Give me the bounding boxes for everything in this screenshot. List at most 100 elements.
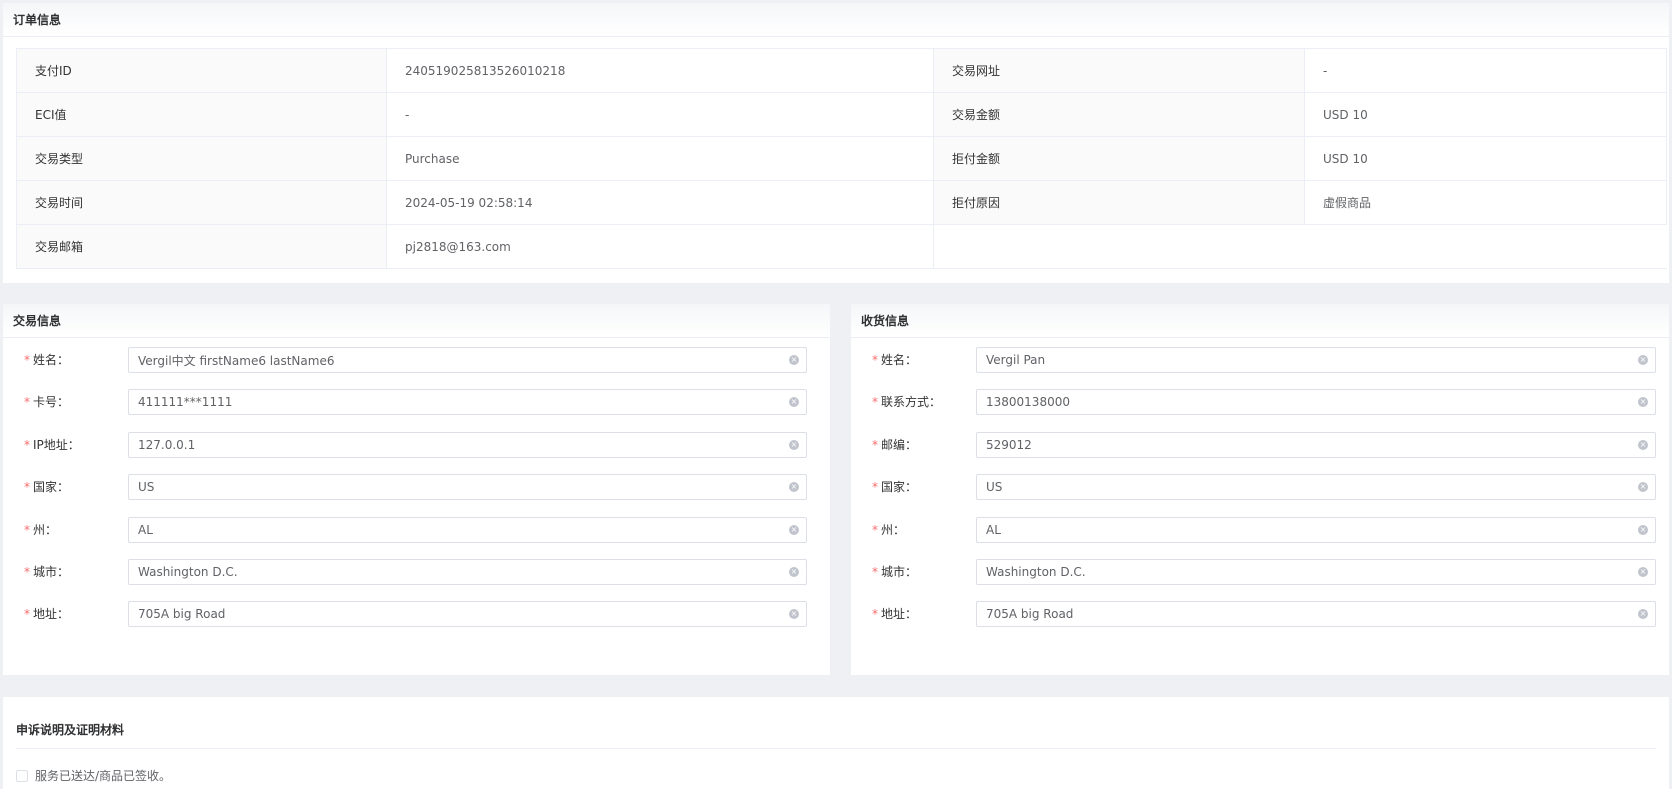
field-input[interactable] — [976, 474, 1656, 501]
field-input[interactable] — [128, 601, 807, 628]
field-label: * 邮编： — [872, 432, 917, 458]
delivered-checkbox-row[interactable]: 服务已送达/商品已签收。 — [16, 767, 171, 784]
form-row: *国家：× — [3, 474, 830, 501]
field-label: * 姓名： — [872, 347, 917, 373]
form-row: *邮编： × — [851, 431, 1669, 458]
appeal-panel: 申诉说明及证明材料 服务已送达/商品已签收。 — [3, 697, 1669, 789]
required-mark: * — [24, 480, 30, 495]
form-row: *姓名： × — [851, 347, 1669, 373]
required-mark: * — [872, 480, 878, 495]
circle-close-icon[interactable]: × — [789, 567, 799, 577]
form-row: *城市： × — [3, 559, 830, 585]
field-label-colon: ： — [929, 395, 942, 410]
field-label-colon: ： — [905, 565, 918, 579]
circle-close-icon[interactable]: × — [1638, 355, 1648, 365]
field-label-text: IP地址 — [33, 437, 68, 452]
field-input[interactable] — [128, 431, 807, 458]
field-label-colon: ： — [57, 607, 70, 622]
field-label-text: 邮编 — [881, 437, 906, 452]
field-input[interactable] — [976, 559, 1656, 585]
field-label-colon: ： — [57, 565, 70, 579]
required-mark: * — [872, 607, 878, 622]
field-label-text: 州 — [881, 522, 894, 537]
field-input[interactable] — [128, 516, 807, 543]
field-input[interactable] — [128, 347, 807, 373]
field-input[interactable] — [128, 474, 807, 501]
trade-time-value: 2024-05-19 02:58:14 — [386, 180, 934, 225]
required-mark: * — [872, 437, 878, 452]
trade-amount-label: 交易金额 — [933, 92, 1305, 137]
circle-close-icon[interactable]: × — [1638, 567, 1648, 577]
field-label-colon: ： — [45, 522, 58, 537]
delivered-checkbox[interactable] — [16, 769, 28, 782]
field-label-colon: ： — [905, 607, 918, 622]
trade-type-value: Purchase — [386, 136, 934, 181]
required-mark: * — [24, 395, 30, 410]
chargeback-reason-label: 拒付原因 — [933, 180, 1305, 225]
circle-close-icon[interactable]: × — [789, 524, 799, 535]
field-input[interactable] — [976, 601, 1656, 628]
required-mark: * — [24, 522, 30, 537]
field-input[interactable] — [976, 516, 1656, 543]
field-input[interactable] — [976, 431, 1656, 458]
circle-close-icon[interactable]: × — [1638, 439, 1648, 450]
trade-info-title: 交易信息 — [3, 304, 830, 338]
circle-close-icon[interactable]: × — [789, 355, 799, 365]
field-label-colon: ： — [905, 480, 918, 495]
circle-close-icon[interactable]: × — [1638, 524, 1648, 535]
form-row: *地址：× — [3, 601, 830, 628]
field-label-colon: ： — [57, 353, 70, 367]
required-mark: * — [24, 353, 30, 367]
trade-email-label: 交易邮箱 — [16, 224, 387, 269]
shipping-info-title: 收货信息 — [851, 304, 1669, 338]
required-mark: * — [24, 565, 30, 579]
empty-cell — [1304, 224, 1667, 269]
delivered-checkbox-label: 服务已送达/商品已签收。 — [35, 769, 172, 783]
eci-label: ECI值 — [16, 92, 387, 137]
chargeback-amount-value: USD 10 — [1304, 136, 1667, 181]
form-row: *卡号：× — [3, 389, 830, 416]
eci-value: - — [386, 92, 934, 137]
circle-close-icon[interactable]: × — [789, 439, 799, 450]
trade-time-label: 交易时间 — [16, 180, 387, 225]
required-mark: * — [872, 395, 878, 410]
required-mark: * — [24, 607, 30, 622]
order-info-title: 订单信息 — [3, 3, 1669, 37]
field-input[interactable] — [976, 347, 1656, 373]
table-row: ECI值 - 交易金额 USD 10 — [16, 92, 1667, 137]
form-row: *联系方式：× — [851, 389, 1669, 416]
field-label-text: 城市 — [881, 565, 906, 579]
field-label-colon: ： — [905, 353, 918, 367]
field-label: * 卡号： — [24, 389, 69, 415]
shipping-info-panel: 收货信息 *姓名：×*联系方式：×*邮编：×*国家：×*州：×*城市：×*地址：… — [851, 304, 1669, 675]
chargeback-reason-value: 虚假商品 — [1304, 180, 1667, 225]
trade-url-value: - — [1304, 48, 1667, 93]
field-label-colon: ： — [905, 437, 918, 452]
field-label-colon: ： — [893, 522, 906, 537]
required-mark: * — [24, 437, 30, 452]
form-row: *州： × — [851, 516, 1669, 543]
field-label: * 国家： — [872, 474, 917, 500]
field-label-colon: ： — [67, 437, 80, 452]
field-label: * 地址： — [24, 601, 69, 627]
field-label: * 地址： — [872, 601, 917, 627]
field-input[interactable] — [128, 559, 807, 585]
order-info-panel: 订单信息 支付ID 240519025813526010218 交易网址 - E… — [3, 3, 1669, 283]
chargeback-amount-label: 拒付金额 — [933, 136, 1305, 181]
trade-info-panel: 交易信息 *姓名：×*卡号：×*IP地址：×*国家：×*州：×*城市：×*地址：… — [3, 304, 830, 675]
required-mark: * — [872, 353, 878, 367]
table-row: 支付ID 240519025813526010218 交易网址 - — [16, 48, 1667, 93]
field-label: * 城市： — [872, 559, 917, 585]
field-label: * 州： — [24, 517, 57, 543]
form-row: *地址：× — [851, 601, 1669, 628]
trade-url-label: 交易网址 — [933, 48, 1305, 93]
field-input[interactable] — [976, 389, 1656, 416]
form-row: *州： × — [3, 516, 830, 543]
field-label: * 城市： — [24, 559, 69, 585]
field-label-text: 联系方式 — [881, 395, 930, 410]
required-mark: * — [872, 522, 878, 537]
field-input[interactable] — [128, 389, 807, 416]
field-label: * IP地址： — [24, 432, 80, 458]
appeal-title: 申诉说明及证明材料 — [16, 723, 125, 737]
table-row: 交易时间 2024-05-19 02:58:14 拒付原因 虚假商品 — [16, 180, 1667, 225]
